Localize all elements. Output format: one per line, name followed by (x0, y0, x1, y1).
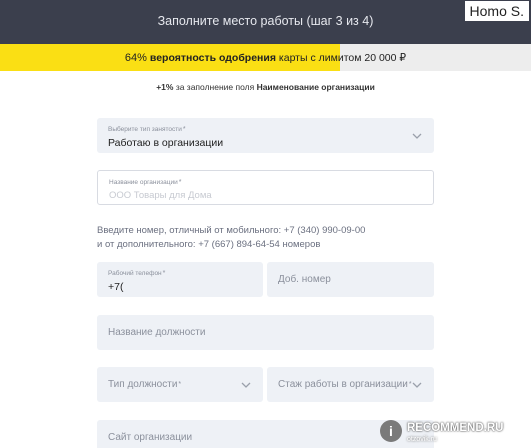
org-name-placeholder: ООО Товары для Дома (109, 190, 212, 201)
employment-type-value: Работаю в организации (108, 137, 224, 149)
hint-middle: за заполнение поля (175, 82, 255, 92)
watermark-badge-icon: i (380, 420, 402, 442)
watermark-author: Homo S. (464, 1, 529, 21)
work-experience-placeholder: Стаж работы в организации (278, 379, 408, 390)
work-experience-select[interactable]: Стаж работы в организации * (267, 367, 434, 402)
hint-field-name: Наименование организации (256, 82, 375, 92)
phone-info-text: Введите номер, отличный от мобильного: +… (97, 224, 365, 252)
position-name-input[interactable]: Название должности (97, 315, 434, 350)
fill-hint: +1% за заполнение поля Наименование орга… (0, 82, 531, 92)
watermark-subtext: otzovik.ru (407, 436, 437, 443)
header: Заполните место работы (шаг 3 из 4) (0, 0, 531, 44)
employment-type-label: Выберите тип занятости (108, 126, 182, 133)
hint-prefix: +1% (156, 82, 174, 92)
work-phone-value: +7( (108, 281, 124, 293)
position-type-placeholder: Тип должности (108, 379, 178, 390)
required-mark: * (162, 270, 166, 277)
page-title: Заполните место работы (шаг 3 из 4) (157, 14, 374, 28)
extension-placeholder: Доб. номер (278, 274, 331, 285)
org-name-input[interactable]: Название организации* ООО Товары для Дом… (97, 170, 434, 205)
watermark-logo: i RECOMMEND.RU otzovik.ru (376, 416, 531, 448)
watermark-text: RECOMMEND.RU (407, 422, 504, 434)
work-phone-label: Рабочий телефон (108, 270, 162, 277)
chevron-down-icon (412, 133, 422, 139)
employment-type-select[interactable]: Выберите тип занятости* Работаю в органи… (97, 118, 434, 153)
required-mark: * (182, 126, 186, 133)
org-site-placeholder: Сайт организации (108, 432, 193, 443)
required-mark: * (178, 381, 182, 388)
required-mark: * (178, 179, 182, 186)
position-name-placeholder: Название должности (108, 327, 206, 338)
progress-rest-text: карты с лимитом 20 000 ₽ (278, 52, 407, 64)
work-phone-input[interactable]: Рабочий телефон* +7( (97, 262, 263, 297)
chevron-down-icon (412, 382, 422, 388)
approval-progress-bar: 64% вероятность одобрения карты с лимито… (0, 44, 531, 71)
phone-info-line-2: и от дополнительного: +7 (667) 894-64-54… (97, 239, 321, 250)
position-type-select[interactable]: Тип должности * (97, 367, 263, 402)
progress-percent: 64% (124, 52, 147, 64)
chevron-down-icon (241, 382, 251, 388)
org-name-label: Название организации (109, 179, 178, 186)
progress-bold-text: вероятность одобрения (149, 52, 276, 64)
extension-input[interactable]: Доб. номер (267, 262, 434, 297)
phone-info-line-1: Введите номер, отличный от мобильного: +… (97, 225, 366, 236)
progress-text: 64% вероятность одобрения карты с лимито… (0, 52, 531, 64)
